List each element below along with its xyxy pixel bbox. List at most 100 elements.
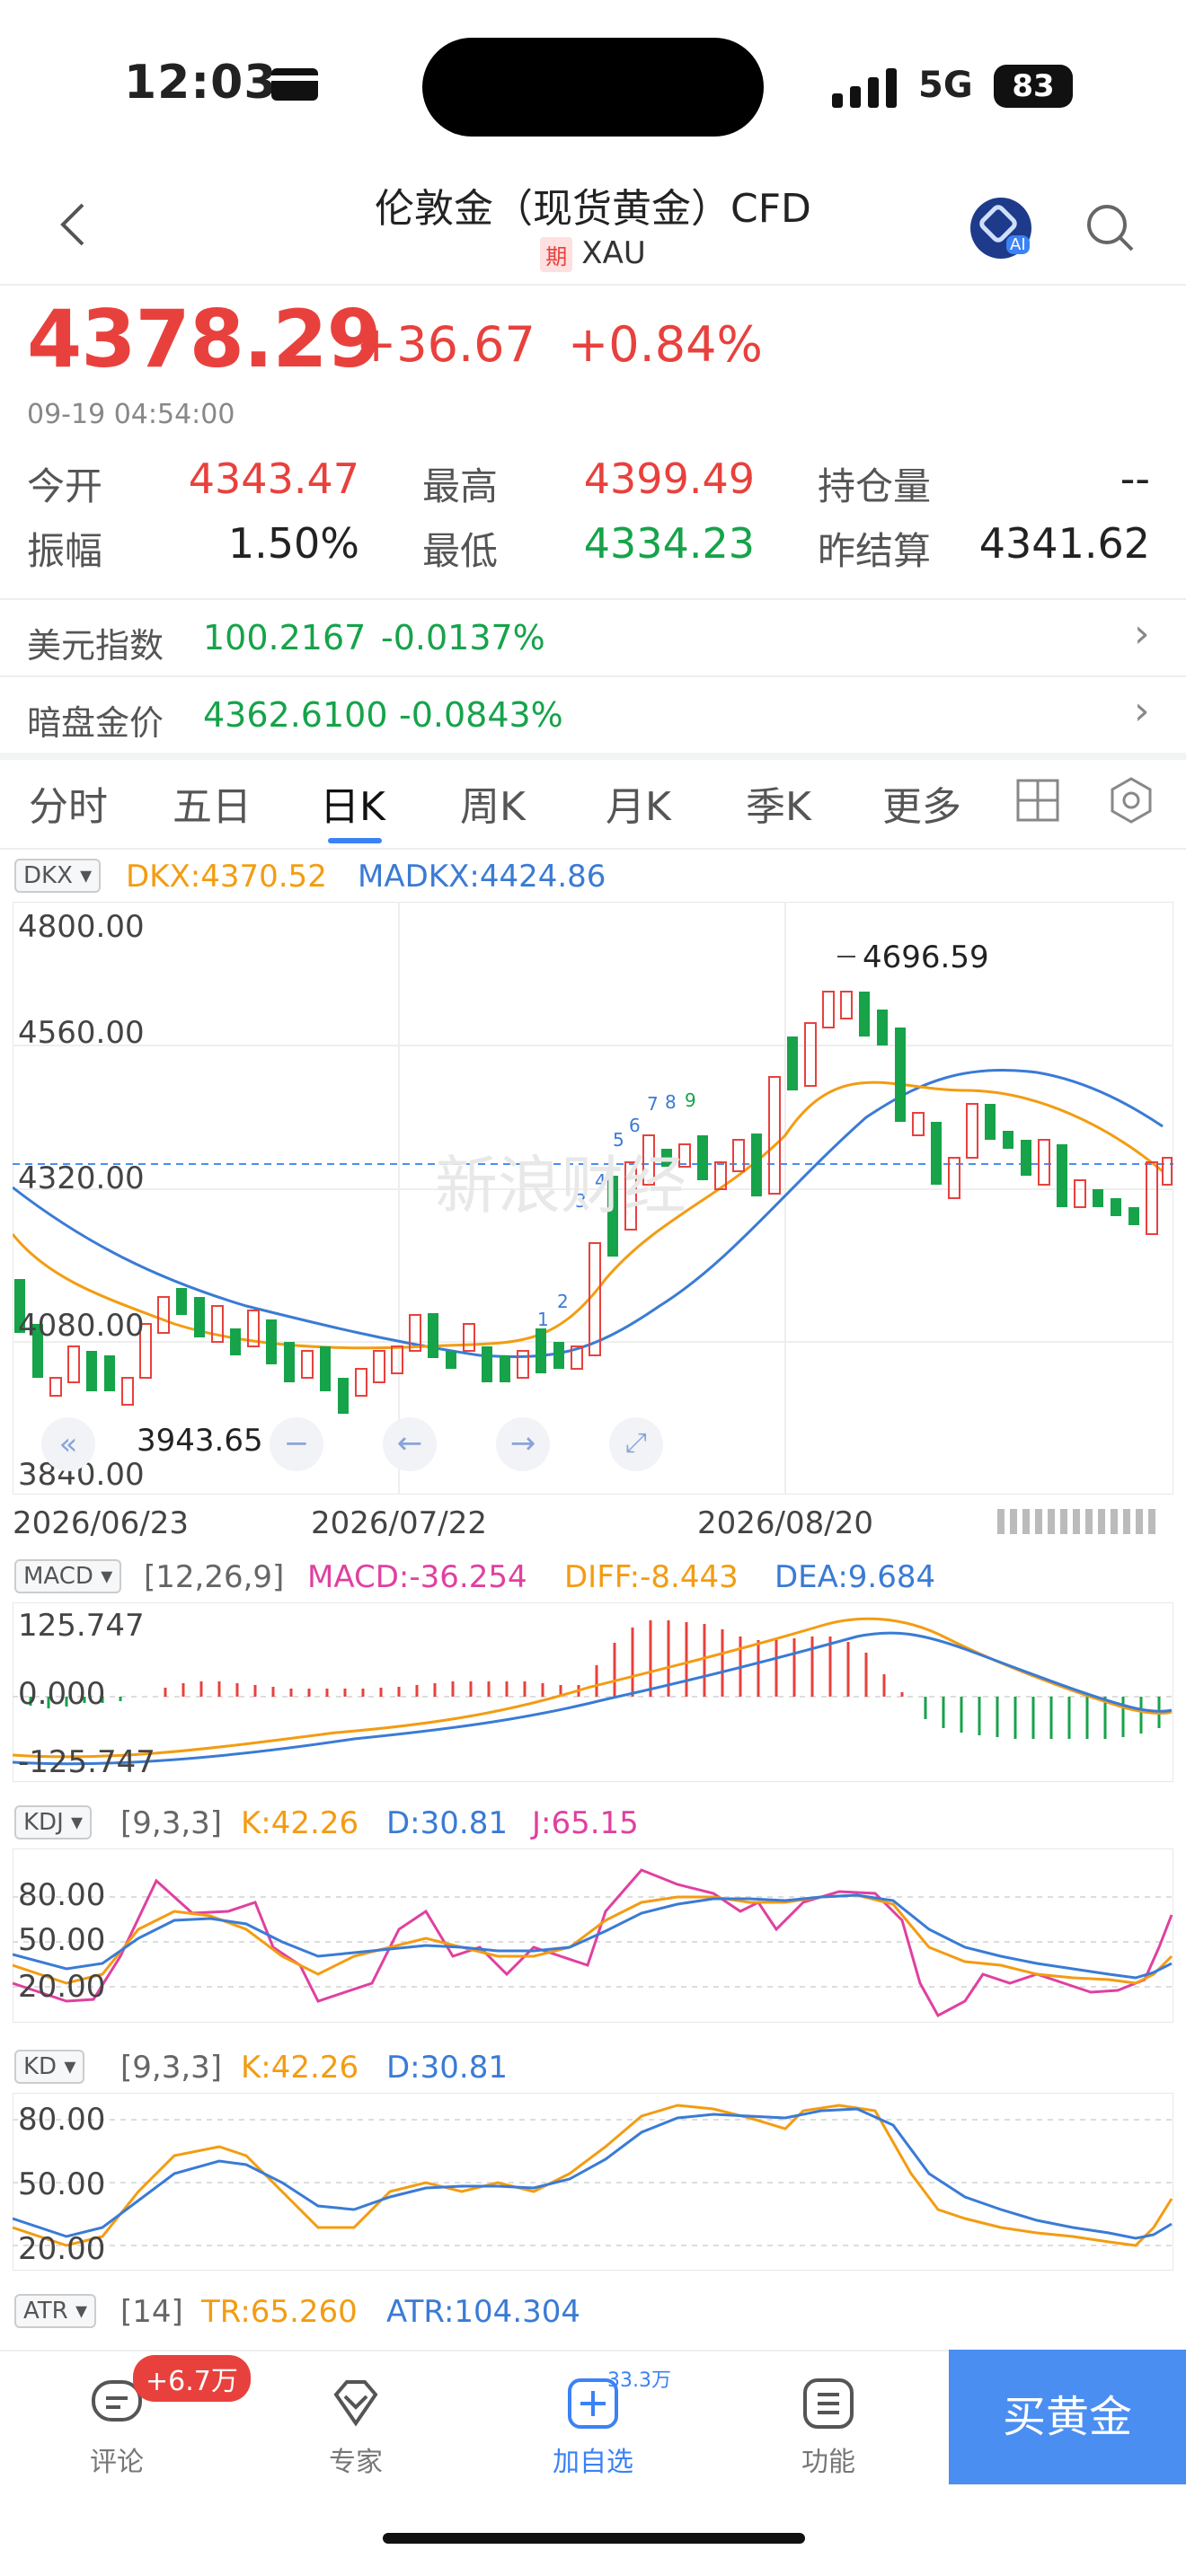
tab-weekly-k[interactable]: 周K	[460, 774, 526, 832]
dynamic-island	[422, 38, 764, 137]
home-indicator	[383, 2533, 805, 2544]
x-tick: 2026/07/22	[311, 1505, 487, 1541]
last-price: 4378.29	[27, 293, 382, 385]
main-indicator-select[interactable]: DKX ▾	[14, 859, 102, 893]
atr-indicator-select[interactable]: ATR ▾	[14, 2294, 97, 2328]
x-tick: 2026/06/23	[13, 1505, 189, 1541]
tab-daily-k[interactable]: 日K	[320, 774, 385, 832]
kdj-y-tick: 20.00	[18, 1969, 106, 2005]
tab-intraday[interactable]: 分时	[29, 774, 108, 832]
kdj-y-tick: 50.00	[18, 1922, 106, 1958]
macd-indicator-select[interactable]: MACD ▾	[14, 1559, 122, 1593]
y-tick: 4560.00	[18, 1015, 145, 1051]
svg-text:1: 1	[537, 1309, 549, 1330]
menu-icon	[803, 2378, 854, 2429]
kdj-d: D:30.81	[386, 1805, 508, 1841]
battery-indicator: 83	[994, 65, 1073, 108]
search-button[interactable]	[1084, 201, 1137, 259]
dkx-value: DKX:4370.52	[126, 859, 327, 895]
watermark: 新浪财经	[435, 1149, 686, 1222]
open-interest-value: --	[1120, 454, 1150, 503]
atr-tr: TR:65.260	[201, 2294, 358, 2330]
grid-icon	[1016, 779, 1059, 822]
kdj-chart[interactable]	[13, 1848, 1173, 2023]
volume-mini-bars	[997, 1509, 1155, 1534]
expert-button[interactable]: 专家	[293, 2368, 419, 2484]
kd-d: D:30.81	[386, 2050, 508, 2086]
prev-settle-value: 4341.62	[978, 519, 1150, 568]
prev-settle-label: 昨结算	[818, 529, 932, 573]
tab-more[interactable]: 更多	[882, 774, 961, 832]
tab-quarterly-k[interactable]: 季K	[746, 774, 811, 832]
zoom-out-far-button[interactable]: «	[41, 1417, 95, 1471]
divider	[0, 284, 1186, 286]
x-tick: 2026/08/20	[697, 1505, 873, 1541]
ai-assistant-button[interactable]: AI	[970, 198, 1031, 259]
open-label: 今开	[27, 464, 103, 508]
kdj-params: [9,3,3]	[120, 1805, 223, 1841]
index-label: 暗盘金价	[27, 703, 164, 743]
kd-chart[interactable]	[13, 2093, 1173, 2271]
active-tab-indicator	[328, 838, 382, 843]
index-row-dark-gold[interactable]: 暗盘金价 4362.6100 -0.0843% ›	[0, 677, 1186, 753]
index-value: 4362.6100	[203, 695, 388, 735]
quote-timestamp: 09-19 04:54:00	[27, 399, 235, 430]
chevron-right-icon: ›	[1134, 611, 1150, 657]
svg-text:9: 9	[685, 1090, 696, 1111]
scroll-left-button[interactable]: ←	[383, 1417, 437, 1471]
index-change: -0.0137%	[381, 618, 545, 657]
max-marker	[837, 956, 855, 957]
svg-text:7: 7	[647, 1093, 659, 1115]
macd-params: [12,26,9]	[144, 1559, 285, 1595]
kdj-indicator-select[interactable]: KDJ ▾	[14, 1805, 93, 1839]
y-tick: 4800.00	[18, 909, 145, 945]
kd-y-tick: 80.00	[18, 2102, 106, 2138]
kdj-j: J:65.15	[532, 1805, 639, 1841]
tab-five-day[interactable]: 五日	[173, 774, 252, 832]
kd-y-tick: 20.00	[18, 2231, 106, 2267]
svg-text:6: 6	[629, 1115, 641, 1136]
watchlist-count: 33.3万	[607, 2369, 671, 2392]
layout-grid-button[interactable]	[1015, 778, 1060, 826]
tab-monthly-k[interactable]: 月K	[606, 774, 671, 832]
scroll-right-button[interactable]: →	[496, 1417, 550, 1471]
settings-button[interactable]	[1107, 776, 1155, 828]
kd-params: [9,3,3]	[120, 2050, 223, 2086]
fullscreen-button[interactable]: ⤢	[609, 1417, 663, 1471]
macd-chart[interactable]	[13, 1602, 1173, 1782]
max-price-label: 4696.59	[863, 940, 989, 975]
function-button[interactable]: 功能	[766, 2368, 891, 2484]
y-tick: 4080.00	[18, 1308, 145, 1344]
search-icon	[1087, 205, 1134, 251]
macd-y-top: 125.747	[18, 1608, 145, 1644]
svg-text:2: 2	[557, 1291, 569, 1312]
buy-gold-button[interactable]: 买黄金	[949, 2350, 1186, 2484]
price-change-pct: +0.84%	[568, 316, 763, 373]
low-value: 4334.23	[583, 519, 755, 568]
candlestick-chart[interactable]: 123 456 789 新浪财经	[13, 902, 1173, 1495]
futures-badge: 期	[540, 237, 573, 272]
open-value: 4343.47	[188, 454, 359, 503]
chevron-right-icon: ›	[1134, 688, 1150, 734]
svg-text:8: 8	[665, 1091, 677, 1113]
y-tick: 4320.00	[18, 1160, 145, 1196]
status-time: 12:03	[124, 56, 278, 110]
svg-text:5: 5	[613, 1129, 624, 1151]
high-label: 最高	[422, 464, 499, 508]
min-price-label: 3943.65	[137, 1423, 263, 1459]
high-value: 4399.49	[583, 454, 755, 503]
atr-value: ATR:104.304	[386, 2294, 581, 2330]
divider	[0, 848, 1186, 850]
kdj-k: K:42.26	[241, 1805, 359, 1841]
kd-indicator-select[interactable]: KD ▾	[14, 2050, 85, 2084]
signal-icon	[832, 68, 900, 108]
comment-count-badge: +6.7万	[133, 2355, 251, 2402]
atr-params: [14]	[120, 2294, 183, 2330]
index-label: 美元指数	[27, 626, 164, 666]
zoom-out-button[interactable]: −	[270, 1417, 323, 1471]
madkx-value: MADKX:4424.86	[358, 859, 606, 895]
diff-value: DIFF:-8.443	[564, 1559, 739, 1595]
macd-y-mid: 0.000	[18, 1676, 106, 1712]
kdj-y-tick: 80.00	[18, 1877, 106, 1913]
index-row-usd[interactable]: 美元指数 100.2167 -0.0137% ›	[0, 600, 1186, 675]
